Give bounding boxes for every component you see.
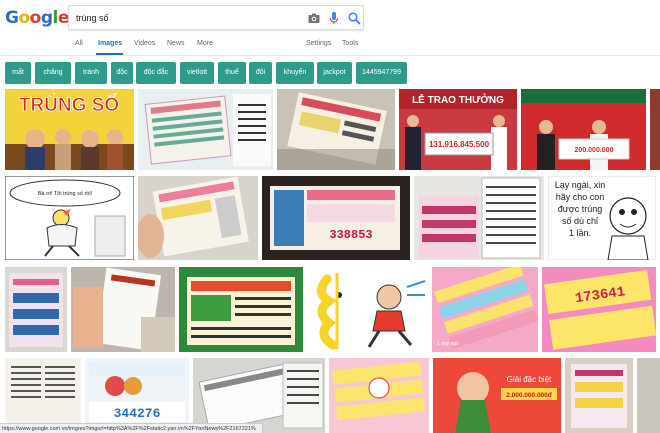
settings-link[interactable]: Settings	[306, 40, 331, 47]
chip[interactable]: mất	[5, 62, 31, 84]
image-result[interactable]: 1 day ago	[432, 267, 538, 352]
related-search-chips: mất chăng tránh độc độc đắc vietlott thu…	[5, 62, 655, 84]
chip[interactable]: đôi	[249, 62, 272, 84]
image-result[interactable]	[637, 358, 660, 433]
ceremony-title-text: LỄ TRAO THƯỞNG	[412, 93, 504, 106]
image-result[interactable]: LỄ TRAO THƯỞNG 131.916.845.500	[399, 89, 517, 170]
thumb-title-text: TRÚNG SỐ	[19, 94, 119, 116]
chip[interactable]: tránh	[75, 62, 107, 84]
image-result[interactable]: 338853	[262, 176, 410, 260]
link-status-bar: https://www.google.com.vn/imgres?imgurl=…	[0, 423, 263, 433]
search-input[interactable]	[76, 9, 296, 27]
google-logo[interactable]: Google	[5, 8, 69, 28]
chip[interactable]: jackpot	[317, 62, 352, 84]
prize-label-text: Giải đặc biệt	[507, 375, 552, 384]
image-result[interactable]: Bà ơi! Tôi trúng số rồi!	[5, 176, 134, 260]
image-result[interactable]: 344276	[85, 358, 189, 433]
image-result[interactable]: Giải đặc biệt 2.000.000.000đ	[433, 358, 561, 433]
chip[interactable]: 1445947799	[356, 62, 407, 84]
chip[interactable]: độc đắc	[136, 62, 176, 84]
image-result[interactable]	[565, 358, 633, 433]
tab-news[interactable]: News	[167, 40, 185, 47]
chip[interactable]: vietlott	[180, 62, 214, 84]
image-result[interactable]	[138, 89, 273, 170]
chip[interactable]: thuế	[218, 62, 246, 84]
tab-images[interactable]: Images	[98, 40, 122, 47]
speech-bubble-text: Bà ơi! Tôi trúng số rồi!	[38, 191, 93, 197]
nav-divider	[0, 55, 660, 56]
chip[interactable]: độc	[111, 62, 133, 84]
image-result[interactable]: 173641	[542, 267, 656, 352]
image-result[interactable]	[71, 267, 175, 352]
cartoon-text-line: 1 lần.	[569, 228, 591, 238]
image-result[interactable]	[307, 267, 428, 352]
image-results-grid: TRÚNG SỐ LỄ TRAO THƯỞNG 131.916.845.500 …	[0, 86, 660, 433]
cartoon-text-line: Lạy ngài, xin	[555, 180, 606, 190]
image-result[interactable]	[5, 358, 81, 433]
tools-link[interactable]: Tools	[342, 40, 358, 47]
tab-all[interactable]: All	[75, 40, 83, 47]
image-result[interactable]: 200.000.000	[521, 89, 646, 170]
cartoon-text-line: được trúng	[558, 204, 602, 214]
image-result[interactable]: Lạy ngài, xin hãy cho con được trúng số …	[548, 176, 656, 260]
ticket-number-text: 344276	[114, 406, 161, 421]
camera-icon[interactable]	[307, 11, 321, 25]
image-result[interactable]	[277, 89, 395, 170]
prize-amount-text: 131.916.845.500	[429, 140, 490, 149]
ticket-number-text: 338853	[329, 228, 372, 242]
cartoon-text-line: hãy cho con	[556, 192, 605, 202]
tab-videos[interactable]: Videos	[134, 40, 155, 47]
microphone-icon[interactable]	[327, 11, 341, 25]
image-result[interactable]: TRÚNG SỐ	[5, 89, 134, 170]
image-result[interactable]	[138, 176, 258, 260]
image-result[interactable]	[193, 358, 325, 433]
image-result[interactable]	[5, 267, 67, 352]
image-result[interactable]	[650, 89, 660, 170]
prize-amount-text: 200.000.000	[575, 147, 614, 154]
image-result[interactable]	[414, 176, 544, 260]
prize-amount-text: 2.000.000.000đ	[506, 392, 552, 399]
search-box[interactable]	[68, 5, 364, 30]
time-badge: 1 day ago	[437, 341, 459, 347]
chip[interactable]: khuyến	[276, 62, 314, 84]
search-icon[interactable]	[347, 11, 361, 25]
cartoon-text-line: số dù chỉ	[562, 216, 598, 226]
image-result[interactable]	[329, 358, 429, 433]
chip[interactable]: chăng	[35, 62, 71, 84]
tab-more[interactable]: More	[197, 40, 213, 47]
image-result[interactable]	[179, 267, 303, 352]
